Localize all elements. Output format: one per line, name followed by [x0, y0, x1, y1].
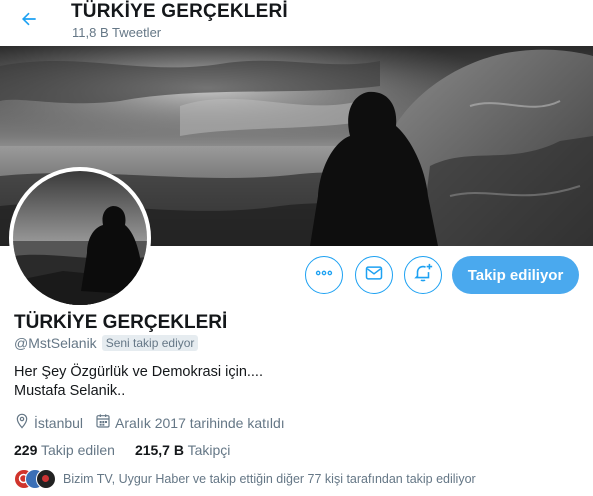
- profile-header: TÜRKİYE GERÇEKLERİ 11,8 B Tweetler: [0, 0, 593, 46]
- followers-label: Takipçi: [187, 442, 231, 458]
- handle-row: @MstSelanik Seni takip ediyor: [14, 335, 199, 351]
- location-text: İstanbul: [34, 414, 84, 431]
- arrow-left-icon: [19, 9, 39, 34]
- followers-count: 215,7 B: [134, 442, 184, 458]
- followers-stat[interactable]: 215,7 B Takipçi: [135, 442, 230, 458]
- following-stat[interactable]: 229 Takip edilen: [14, 442, 115, 458]
- message-button[interactable]: [355, 256, 393, 294]
- followed-by[interactable]: Bizim TV, Uygur Haber ve takip ettiğin d…: [14, 469, 476, 489]
- mutual-avatar: [36, 469, 56, 489]
- more-button[interactable]: [305, 256, 343, 294]
- following-label: Takip edilen: [41, 442, 115, 458]
- joined-item: Aralık 2017 tarihinde katıldı: [95, 413, 285, 432]
- profile-stats: 229 Takip edilen 215,7 B Takipçi: [14, 442, 250, 458]
- profile-handle: @MstSelanik: [14, 335, 97, 351]
- following-button[interactable]: Takip ediliyor: [452, 256, 579, 294]
- following-count: 229: [14, 442, 38, 458]
- more-icon: [314, 263, 334, 288]
- header-title: TÜRKİYE GERÇEKLERİ: [71, 1, 288, 22]
- notification-add-icon: [412, 262, 434, 289]
- location-item: İstanbul: [14, 413, 83, 432]
- bio-line: Her Şey Özgürlük ve Demokrasi için....: [14, 364, 263, 380]
- calendar-icon: [95, 413, 111, 432]
- tweet-count: 11,8 B Tweetler: [72, 25, 162, 40]
- profile-actions: Takip ediliyor: [0, 256, 593, 296]
- profile-bio: Her Şey Özgürlük ve Demokrasi için.... M…: [14, 363, 263, 401]
- profile-name: TÜRKİYE GERÇEKLERİ: [14, 312, 228, 333]
- profile-meta: İstanbul Aralık 2017 tarihinde katıldı: [14, 413, 297, 432]
- message-icon: [364, 263, 384, 288]
- followed-by-text: Bizim TV, Uygur Haber ve takip ettiğin d…: [63, 472, 476, 486]
- follows-you-badge: Seni takip ediyor: [101, 335, 199, 351]
- location-pin-icon: [14, 413, 30, 432]
- joined-text: Aralık 2017 tarihinde katıldı: [115, 414, 285, 431]
- mutual-avatars: [14, 469, 56, 489]
- bio-line: Mustafa Selanik..: [14, 383, 126, 399]
- back-button[interactable]: [14, 6, 44, 36]
- notification-button[interactable]: [404, 256, 442, 294]
